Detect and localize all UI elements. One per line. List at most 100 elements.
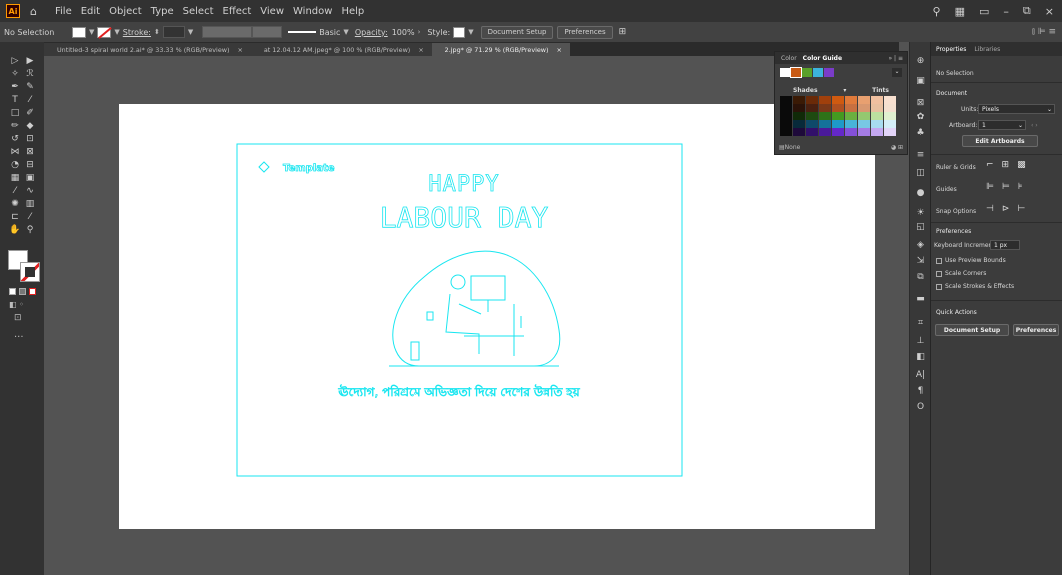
artboard-select[interactable]: 1 ⌄: [978, 120, 1026, 130]
layers-icon[interactable]: ◫: [910, 168, 931, 178]
gradient-mode-icon[interactable]: [19, 288, 26, 295]
use-preview-bounds-checkbox[interactable]: Use Preview Bounds: [936, 257, 1006, 264]
color-variation-swatch[interactable]: [806, 120, 819, 128]
menu-select[interactable]: Select: [183, 6, 214, 17]
harmony-swatch[interactable]: [790, 67, 802, 78]
asset-export-icon[interactable]: ⧉: [910, 272, 931, 282]
symbols-icon[interactable]: ✿: [910, 112, 931, 122]
artboard-tool-icon[interactable]: ⊏: [8, 212, 22, 222]
color-variation-swatch[interactable]: [858, 112, 871, 120]
color-variation-swatch[interactable]: [806, 96, 819, 104]
tab-color[interactable]: Color: [781, 55, 797, 62]
headline-labour-day[interactable]: LABOUR DAY: [379, 201, 549, 235]
color-variation-swatch[interactable]: [793, 120, 806, 128]
menu-view[interactable]: View: [260, 6, 284, 17]
color-variation-swatch[interactable]: [780, 96, 793, 104]
color-variation-grid[interactable]: [780, 96, 897, 138]
color-variation-swatch[interactable]: [884, 128, 897, 136]
direct-selection-tool-icon[interactable]: ▶: [23, 56, 37, 66]
stroke-profile-value[interactable]: Basic: [319, 28, 340, 37]
eyedropper-tool-icon[interactable]: ⁄: [8, 186, 22, 196]
opacity-label[interactable]: Opacity:: [355, 28, 388, 37]
color-variation-swatch[interactable]: [858, 96, 871, 104]
navigator-icon[interactable]: ⌗: [910, 318, 931, 328]
chevron-down-icon[interactable]: ▼: [188, 28, 193, 36]
chevron-down-icon[interactable]: ▼: [468, 28, 473, 36]
panel-menu-icon[interactable]: » | ≡: [888, 55, 903, 62]
menu-edit[interactable]: Edit: [81, 6, 100, 17]
color-variation-swatch[interactable]: [884, 104, 897, 112]
close-icon[interactable]: ×: [557, 46, 562, 54]
live-paint-tool-icon[interactable]: ⊟: [23, 160, 37, 170]
links-icon[interactable]: ⊥: [910, 336, 931, 346]
color-variation-swatch[interactable]: [806, 128, 819, 136]
eraser-tool-icon[interactable]: ◆: [23, 121, 37, 131]
color-variation-swatch[interactable]: [806, 112, 819, 120]
none-mode-icon[interactable]: [29, 288, 36, 295]
snap-grid-icon[interactable]: ⊳: [1002, 204, 1010, 214]
line-tool-icon[interactable]: ⁄: [23, 95, 37, 105]
color-variation-swatch[interactable]: [884, 96, 897, 104]
shape-builder-tool-icon[interactable]: ◔: [8, 160, 22, 170]
color-variation-swatch[interactable]: [819, 120, 832, 128]
libraries-icon[interactable]: ⊠: [910, 98, 931, 108]
arrange-documents-icon[interactable]: ⊞: [619, 27, 627, 37]
selection-tool-icon[interactable]: ▷: [8, 56, 22, 66]
edit-colors-icon[interactable]: ◕ ⊞: [891, 144, 903, 151]
harmony-swatch[interactable]: [813, 68, 823, 77]
graphic-style-swatch[interactable]: [453, 26, 466, 38]
pencil-tool-icon[interactable]: ✏: [8, 121, 22, 131]
keyboard-increment-input[interactable]: 1 px: [990, 240, 1020, 250]
opacity-value[interactable]: 100%: [392, 28, 415, 37]
fill-swatch[interactable]: [72, 26, 86, 38]
graphic-styles-icon[interactable]: ▣: [910, 76, 931, 86]
pen-tool-icon[interactable]: ✒: [8, 82, 22, 92]
restore-button[interactable]: ⧉: [1023, 4, 1031, 18]
color-variation-swatch[interactable]: [793, 96, 806, 104]
minimize-button[interactable]: –: [1003, 5, 1009, 18]
stroke-label[interactable]: Stroke:: [123, 28, 151, 37]
color-variation-swatch[interactable]: [858, 120, 871, 128]
menu-help[interactable]: Help: [341, 6, 364, 17]
color-variation-swatch[interactable]: [819, 96, 832, 104]
chevron-right-icon[interactable]: ›: [418, 28, 421, 36]
home-icon[interactable]: ⌂: [30, 5, 37, 18]
zoom-tool-icon[interactable]: ⚲: [23, 225, 37, 235]
preferences-button[interactable]: Preferences: [1013, 324, 1059, 336]
draw-mode-icon[interactable]: ◧ ◦: [9, 300, 24, 309]
rotate-tool-icon[interactable]: ↺: [8, 134, 22, 144]
harmony-swatch[interactable]: [780, 68, 790, 77]
color-variation-swatch[interactable]: [793, 112, 806, 120]
opentype-icon[interactable]: O: [910, 402, 931, 412]
paintbrush-tool-icon[interactable]: ✐: [23, 108, 37, 118]
align-panel-icon[interactable]: ≡: [910, 150, 931, 160]
character-icon[interactable]: A|: [910, 370, 931, 380]
color-variation-swatch[interactable]: [832, 128, 845, 136]
color-variation-swatch[interactable]: [780, 120, 793, 128]
workspace-icon[interactable]: ▦: [955, 5, 965, 18]
color-variation-swatch[interactable]: [845, 96, 858, 104]
color-variation-swatch[interactable]: [780, 112, 793, 120]
color-variation-swatch[interactable]: [845, 104, 858, 112]
perspective-grid-tool-icon[interactable]: ▦: [8, 173, 22, 183]
menu-object[interactable]: Object: [109, 6, 142, 17]
color-variation-swatch[interactable]: [819, 112, 832, 120]
search-icon[interactable]: ⚲: [933, 5, 941, 18]
headline-happy[interactable]: HAPPY: [428, 172, 499, 198]
hand-tool-icon[interactable]: ✋: [8, 225, 22, 235]
close-icon[interactable]: ×: [237, 46, 242, 54]
canvas-area[interactable]: Template HAPPY LABOUR DAY ঊদ্যোগ, পরিশ্র…: [44, 56, 899, 575]
magic-wand-tool-icon[interactable]: ✧: [8, 69, 22, 79]
width-tool-icon[interactable]: ⋈: [8, 147, 22, 157]
color-variation-swatch[interactable]: [780, 128, 793, 136]
menu-window[interactable]: Window: [293, 6, 332, 17]
color-variation-swatch[interactable]: [819, 128, 832, 136]
more-tools-icon[interactable]: ···: [14, 332, 24, 343]
curvature-tool-icon[interactable]: ✎: [23, 82, 37, 92]
color-variation-swatch[interactable]: [845, 120, 858, 128]
fill-stroke-widget[interactable]: [8, 250, 42, 284]
export-icon[interactable]: ⇲: [910, 256, 931, 266]
type-tool-icon[interactable]: T: [8, 95, 22, 105]
color-variation-swatch[interactable]: [832, 120, 845, 128]
artboard-nav-icon[interactable]: ‹ ›: [1031, 122, 1038, 129]
